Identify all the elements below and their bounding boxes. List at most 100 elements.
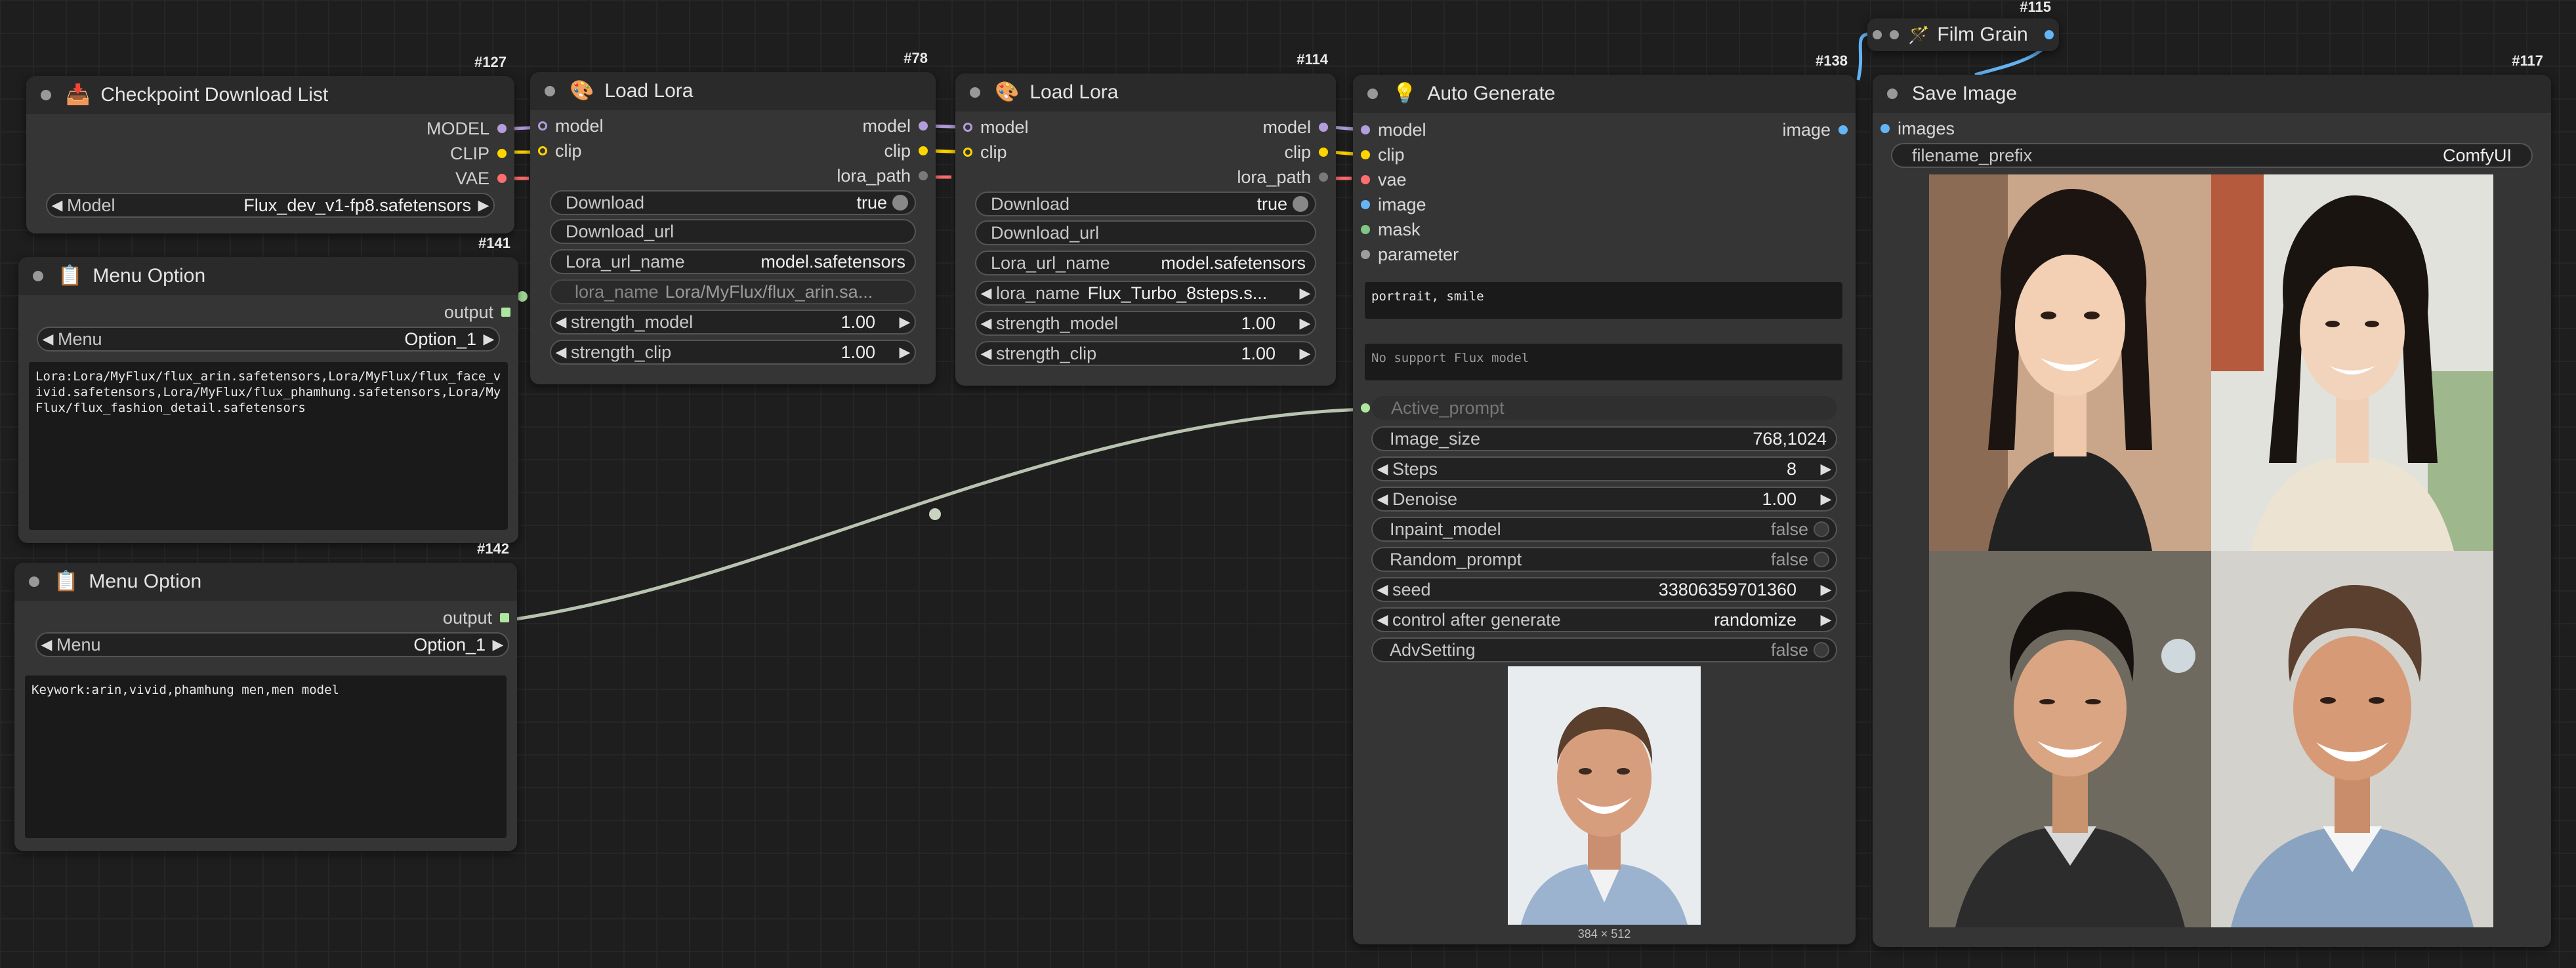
- node-load-lora-114[interactable]: #114 🎨 Load Lora model model clip clip l…: [955, 51, 1336, 386]
- lora-url-name-field[interactable]: Lora_url_name model.safetensors: [975, 251, 1316, 275]
- chevron-right-icon[interactable]: ▶: [1295, 345, 1315, 362]
- preview-image[interactable]: [1508, 666, 1701, 925]
- input-clip-socket[interactable]: [1361, 150, 1370, 159]
- collapse-dot[interactable]: [33, 271, 43, 281]
- input-parameter-socket[interactable]: [1361, 250, 1370, 259]
- strength-clip-stepper[interactable]: ◀ strength_clip 1.00 ▶: [550, 340, 916, 365]
- chevron-right-icon[interactable]: ▶: [1295, 285, 1315, 302]
- menu-select[interactable]: ◀ Menu Option_1 ▶: [35, 632, 509, 657]
- input-image-socket[interactable]: [1361, 200, 1370, 209]
- output-model-socket[interactable]: [497, 124, 507, 133]
- info-text-area[interactable]: No support Flux model: [1365, 344, 1842, 380]
- input-image-socket[interactable]: [1873, 30, 1882, 39]
- output-model[interactable]: MODEL: [426, 117, 507, 140]
- chevron-right-icon[interactable]: ▶: [1816, 460, 1836, 477]
- adv-setting-toggle[interactable]: AdvSetting false: [1371, 637, 1837, 662]
- strength-model-stepper[interactable]: ◀ strength_model 1.00 ▶: [550, 310, 916, 334]
- node-header[interactable]: 💡 Auto Generate: [1353, 75, 1856, 113]
- chevron-left-icon[interactable]: ◀: [37, 636, 56, 653]
- node-menu-option-141[interactable]: #141 📋 Menu Option output ◀ Menu Option_…: [18, 235, 518, 543]
- output-row[interactable]: output: [443, 606, 509, 630]
- collapse-dot[interactable]: [41, 90, 51, 100]
- chevron-left-icon[interactable]: ◀: [1373, 491, 1392, 508]
- output-image-socket[interactable]: [1839, 125, 1848, 134]
- prompt-text-area[interactable]: portrait, smile: [1365, 282, 1842, 319]
- strength-clip-stepper[interactable]: ◀ strength_clip 1.00 ▶: [975, 341, 1316, 366]
- toggle-knob-icon[interactable]: [1814, 521, 1829, 537]
- steps-stepper[interactable]: ◀ Steps 8 ▶: [1371, 456, 1837, 481]
- node-save-image[interactable]: #117 Save Image images filename_prefix C…: [1873, 52, 2551, 947]
- denoise-stepper[interactable]: ◀ Denoise 1.00 ▶: [1371, 487, 1837, 512]
- chevron-left-icon[interactable]: ◀: [976, 285, 996, 302]
- output-row[interactable]: output: [444, 300, 510, 324]
- gallery-image-4[interactable]: [2211, 551, 2493, 927]
- node-header[interactable]: 📋 Menu Option: [14, 563, 517, 601]
- output-clip-socket[interactable]: [919, 146, 928, 155]
- output-model-socket[interactable]: [1319, 123, 1328, 132]
- toggle-knob-icon[interactable]: [1814, 642, 1829, 658]
- chevron-right-icon[interactable]: ▶: [479, 331, 499, 348]
- chevron-right-icon[interactable]: ▶: [1816, 611, 1836, 628]
- output-lora-path-socket[interactable]: [1319, 172, 1328, 182]
- input-active-prompt-socket[interactable]: [1361, 403, 1370, 413]
- output-vae[interactable]: VAE: [455, 167, 507, 190]
- chevron-right-icon[interactable]: ▶: [1816, 581, 1836, 598]
- chevron-left-icon[interactable]: ◀: [47, 197, 67, 214]
- node-auto-generate[interactable]: #138 💡 Auto Generate model image clip va…: [1353, 52, 1856, 944]
- download-url-field[interactable]: Download_url: [975, 220, 1316, 245]
- toggle-knob-icon[interactable]: [1293, 196, 1308, 212]
- inpaint-toggle[interactable]: Inpaint_model false: [1371, 517, 1837, 542]
- grid-output-icon[interactable]: [500, 613, 509, 622]
- output-clip-socket[interactable]: [1319, 148, 1328, 157]
- output-vae-socket[interactable]: [497, 174, 507, 183]
- model-select[interactable]: ◀ Model Flux_dev_v1-fp8.safetensors ▶: [46, 193, 495, 218]
- input-model-socket[interactable]: [538, 121, 547, 131]
- chevron-right-icon[interactable]: ▶: [1295, 315, 1315, 332]
- collapse-dot[interactable]: [29, 576, 39, 587]
- chevron-left-icon[interactable]: ◀: [38, 331, 58, 348]
- node-film-grain[interactable]: #115 🪄 Film Grain: [1867, 0, 2059, 51]
- node-load-lora-78[interactable]: #78 🎨 Load Lora model model clip clip lo…: [530, 50, 936, 384]
- gallery-image-3[interactable]: [1929, 551, 2211, 927]
- chevron-left-icon[interactable]: ◀: [1373, 460, 1392, 477]
- chevron-right-icon[interactable]: ▶: [1816, 491, 1836, 508]
- random-prompt-toggle[interactable]: Random_prompt false: [1371, 547, 1837, 572]
- gallery-image-1[interactable]: [1929, 174, 2211, 551]
- chevron-left-icon[interactable]: ◀: [976, 315, 996, 332]
- input-model-socket[interactable]: [1361, 125, 1370, 134]
- output-model-socket[interactable]: [919, 121, 928, 131]
- input-vae-socket[interactable]: [1361, 175, 1370, 184]
- input-clip-socket[interactable]: [963, 148, 972, 157]
- node-menu-option-142[interactable]: #142 📋 Menu Option output ◀ Menu Option_…: [14, 540, 517, 851]
- toggle-knob-icon[interactable]: [1814, 552, 1829, 567]
- lora-name-select[interactable]: lora_name Lora/MyFlux/flux_arin.sa...: [550, 279, 916, 304]
- collapse-dot[interactable]: [1367, 89, 1378, 99]
- collapse-dot[interactable]: [1890, 30, 1899, 39]
- collapse-dot[interactable]: [1887, 89, 1898, 99]
- output-clip-socket[interactable]: [497, 149, 507, 158]
- chevron-right-icon[interactable]: ▶: [488, 636, 508, 653]
- download-toggle[interactable]: Download true: [550, 190, 916, 215]
- chevron-right-icon[interactable]: ▶: [895, 313, 915, 331]
- output-image-socket[interactable]: [2045, 30, 2054, 39]
- chevron-right-icon[interactable]: ▶: [474, 197, 493, 214]
- input-model-socket[interactable]: [963, 123, 972, 132]
- grid-output-icon[interactable]: [501, 308, 510, 317]
- node-header[interactable]: 🎨 Load Lora: [530, 72, 936, 110]
- menu-select[interactable]: ◀ Menu Option_1 ▶: [37, 327, 500, 352]
- chevron-left-icon[interactable]: ◀: [1373, 611, 1392, 628]
- chevron-left-icon[interactable]: ◀: [976, 345, 996, 362]
- output-clip[interactable]: CLIP: [450, 142, 507, 165]
- image-size-field[interactable]: Image_size 768,1024: [1371, 426, 1837, 451]
- input-model[interactable]: model image: [1353, 118, 1856, 142]
- menu-text-area[interactable]: Lora:Lora/MyFlux/flux_arin.safetensors,L…: [29, 362, 508, 530]
- input-images-socket[interactable]: [1880, 124, 1890, 133]
- input-mask-socket[interactable]: [1361, 225, 1370, 234]
- collapse-dot[interactable]: [970, 87, 980, 98]
- lora-url-name-field[interactable]: Lora_url_name model.safetensors: [550, 249, 916, 274]
- chevron-left-icon[interactable]: ◀: [1373, 581, 1392, 598]
- lora-name-select[interactable]: ◀ lora_name Flux_Turbo_8steps.s... ▶: [975, 281, 1316, 306]
- node-header[interactable]: 🪄 Film Grain: [1867, 18, 2059, 51]
- download-toggle[interactable]: Download true: [975, 192, 1316, 216]
- seed-stepper[interactable]: ◀ seed 33806359701360 ▶: [1371, 577, 1837, 602]
